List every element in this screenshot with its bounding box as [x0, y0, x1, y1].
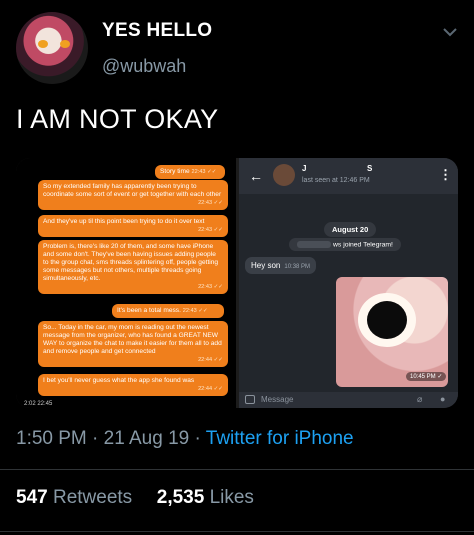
- likes-count[interactable]: 2,535: [157, 487, 205, 508]
- chat-bubble: I bet you'll never guess what the app sh…: [38, 374, 228, 396]
- mic-icon[interactable]: ●: [440, 394, 445, 404]
- divider: [0, 469, 474, 470]
- message-input[interactable]: Message: [261, 395, 293, 404]
- chat-bubble: So my extended family has apparently bee…: [38, 180, 228, 210]
- message-input-bar[interactable]: Message ⌀ ●: [239, 392, 458, 408]
- tweet-source-link[interactable]: Twitter for iPhone: [206, 428, 354, 449]
- tweet-text: I AM NOT OKAY: [16, 104, 219, 134]
- likes-label[interactable]: Likes: [210, 487, 254, 508]
- avatar-eye-right: [60, 40, 70, 48]
- date-badge: August 20: [324, 222, 377, 237]
- user-handle[interactable]: @wubwah: [102, 56, 186, 77]
- status-time: 2:02 22:45: [24, 401, 53, 407]
- retweets-count[interactable]: 547: [16, 487, 48, 508]
- incoming-message: Hey son 10:38 PM: [245, 257, 317, 274]
- contact-avatar[interactable]: [273, 164, 295, 186]
- chat-bubble: So... Today in the car, my mom is readin…: [38, 321, 228, 367]
- telegram-header: ← J S last seen at 12:46 PM ⋮: [239, 158, 458, 194]
- redacted-name: [297, 241, 331, 248]
- avatar-eye-left: [38, 40, 48, 48]
- contact-name-first: J: [302, 164, 307, 173]
- more-menu-icon[interactable]: ⋮: [439, 167, 452, 183]
- tweet-media[interactable]: Story time 22:43 ✓✓ So my extended famil…: [16, 158, 458, 408]
- joined-notice: ws joined Telegram!: [289, 238, 401, 252]
- retweets-label[interactable]: Retweets: [53, 487, 132, 508]
- chat-bubble: Problem is, there's like 20 of them, and…: [38, 240, 228, 294]
- last-seen: last seen at 12:46 PM: [302, 177, 370, 184]
- tweet-stats: 547 Retweets 2,535 Likes: [16, 487, 254, 509]
- chat-bubble: Story time 22:43 ✓✓: [155, 165, 225, 179]
- contact-name-last: S: [367, 164, 373, 173]
- shared-image[interactable]: 10:45 PM ✓: [336, 277, 448, 387]
- chat-bubble: And they've up til this point been tryin…: [38, 215, 228, 237]
- back-arrow-icon[interactable]: ←: [249, 168, 263, 184]
- tweet-timestamp: 1:50 PM · 21 Aug 19 ·: [16, 428, 206, 449]
- display-name[interactable]: YES HELLO: [102, 20, 212, 42]
- profile-avatar[interactable]: [16, 12, 88, 84]
- chat-screenshot-right[interactable]: ← J S last seen at 12:46 PM ⋮ August 20 …: [239, 158, 458, 408]
- chevron-down-icon[interactable]: [440, 22, 460, 42]
- chat-screenshot-left[interactable]: Story time 22:43 ✓✓ So my extended famil…: [16, 158, 236, 408]
- image-time: 10:45 PM ✓: [406, 372, 447, 381]
- chat-bubble: It's been a total mess. 22:43 ✓✓: [112, 304, 224, 318]
- divider: [0, 531, 474, 532]
- tweet-meta: 1:50 PM · 21 Aug 19 · Twitter for iPhone: [16, 428, 354, 450]
- sticker-icon[interactable]: [245, 395, 255, 404]
- image-eye-pupil: [367, 301, 407, 339]
- attach-icon[interactable]: ⌀: [417, 394, 422, 405]
